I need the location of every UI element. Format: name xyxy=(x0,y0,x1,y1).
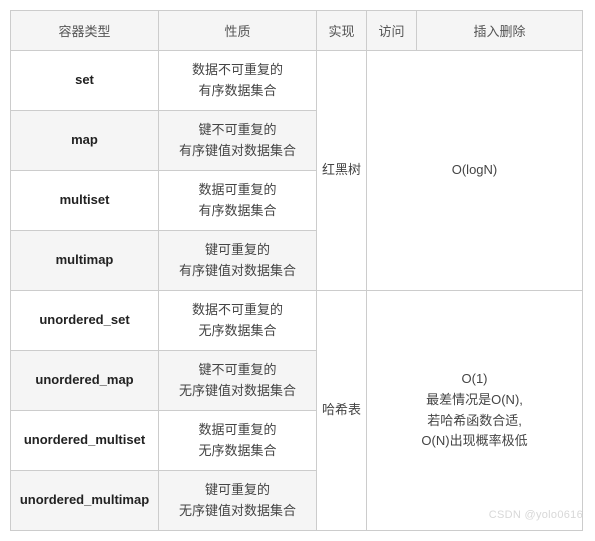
cell-impl: 哈希表 xyxy=(317,291,367,531)
table-row: set 数据不可重复的有序数据集合 红黑树 O(logN) xyxy=(11,51,583,111)
cell-complexity: O(1) 最差情况是O(N), 若哈希函数合适, O(N)出现概率极低 xyxy=(367,291,583,531)
cell-complexity: O(logN) xyxy=(367,51,583,291)
cell-impl: 红黑树 xyxy=(317,51,367,291)
cell-name: unordered_set xyxy=(11,291,159,351)
header-acc: 访问 xyxy=(367,11,417,51)
cell-prop: 数据不可重复的有序数据集合 xyxy=(159,51,317,111)
cell-name: unordered_multiset xyxy=(11,411,159,471)
cell-name: set xyxy=(11,51,159,111)
table-header-row: 容器类型 性质 实现 访问 插入删除 xyxy=(11,11,583,51)
container-comparison-table: 容器类型 性质 实现 访问 插入删除 set 数据不可重复的有序数据集合 红黑树… xyxy=(10,10,583,531)
cell-prop: 键不可重复的无序键值对数据集合 xyxy=(159,351,317,411)
header-impl: 实现 xyxy=(317,11,367,51)
watermark-text: CSDN @yolo0616 xyxy=(489,509,583,521)
table-row: unordered_set 数据不可重复的无序数据集合 哈希表 O(1) 最差情… xyxy=(11,291,583,351)
cell-name: unordered_multimap xyxy=(11,471,159,531)
header-ins: 插入删除 xyxy=(417,11,583,51)
cell-prop: 键可重复的无序键值对数据集合 xyxy=(159,471,317,531)
cell-name: multimap xyxy=(11,231,159,291)
cell-name: unordered_map xyxy=(11,351,159,411)
cell-name: multiset xyxy=(11,171,159,231)
cell-name: map xyxy=(11,111,159,171)
cell-prop: 数据可重复的有序数据集合 xyxy=(159,171,317,231)
cell-prop: 数据可重复的无序数据集合 xyxy=(159,411,317,471)
cell-prop: 键可重复的有序键值对数据集合 xyxy=(159,231,317,291)
header-prop: 性质 xyxy=(159,11,317,51)
cell-prop: 键不可重复的有序键值对数据集合 xyxy=(159,111,317,171)
cell-prop: 数据不可重复的无序数据集合 xyxy=(159,291,317,351)
header-name: 容器类型 xyxy=(11,11,159,51)
